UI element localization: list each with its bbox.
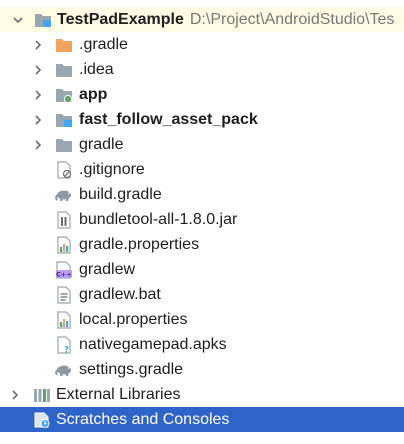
tree-row-settings-gradle[interactable]: settings.gradle	[0, 357, 404, 382]
tree-row-local-properties[interactable]: local.properties	[0, 307, 404, 332]
tree-row-dot-gradle[interactable]: .gradle	[0, 32, 404, 57]
tree-item-label: .gradle	[79, 36, 128, 53]
tree-item-label: local.properties	[79, 311, 188, 328]
tree-row-build-gradle[interactable]: build.gradle	[0, 182, 404, 207]
tree-row-scratches-and-consoles[interactable]: Scratches and Consoles	[0, 407, 404, 432]
android-module-folder-icon	[55, 86, 73, 104]
gradle-elephant-icon	[55, 186, 73, 204]
tree-row-gradle-properties[interactable]: gradle.properties	[0, 232, 404, 257]
properties-file-icon	[55, 310, 73, 329]
tree-item-label: .idea	[79, 61, 114, 78]
module-folder-icon	[34, 11, 52, 29]
tree-row-root[interactable]: TestPadExample D:\Project\AndroidStudio\T…	[0, 7, 404, 32]
chevron-down-icon[interactable]	[11, 13, 25, 27]
tree-item-label: Scratches and Consoles	[56, 411, 230, 428]
properties-file-icon	[55, 235, 73, 254]
root-project-label: TestPadExample	[57, 11, 184, 28]
tree-item-label: build.gradle	[79, 186, 162, 203]
cpp-shell-file-icon: C++	[55, 260, 73, 279]
tree-item-label: External Libraries	[56, 386, 181, 403]
folder-icon	[55, 61, 73, 79]
tree-row-gradlew[interactable]: C++ gradlew	[0, 257, 404, 282]
tree-item-label: gradle	[79, 136, 124, 153]
svg-text:?: ?	[64, 345, 69, 354]
text-file-icon	[55, 285, 73, 304]
tree-item-label: settings.gradle	[79, 361, 184, 378]
tree-item-label: app	[79, 86, 108, 103]
tree-item-label: gradle.properties	[79, 236, 200, 253]
tree-row-app[interactable]: app	[0, 82, 404, 107]
gradle-elephant-icon	[55, 361, 73, 379]
tree-row-bundletool-jar[interactable]: bundletool-all-1.8.0.jar	[0, 207, 404, 232]
folder-orange-icon	[55, 36, 73, 54]
tree-item-label: bundletool-all-1.8.0.jar	[79, 211, 238, 228]
tree-row-gitignore[interactable]: .gitignore	[0, 157, 404, 182]
chevron-right-icon[interactable]	[31, 88, 45, 102]
tree-row-external-libraries[interactable]: External Libraries	[0, 382, 404, 407]
tree-item-label: fast_follow_asset_pack	[79, 111, 258, 128]
unknown-file-icon: ?	[55, 335, 73, 354]
tree-item-label: .gitignore	[79, 161, 145, 178]
tree-item-label: gradlew.bat	[79, 286, 161, 303]
root-project-path: D:\Project\AndroidStudio\Tes	[189, 11, 395, 28]
chevron-right-icon[interactable]	[8, 388, 22, 402]
tree-row-gradlew-bat[interactable]: gradlew.bat	[0, 282, 404, 307]
chevron-right-icon[interactable]	[31, 113, 45, 127]
tree-row-idea[interactable]: .idea	[0, 57, 404, 82]
scratches-icon	[33, 411, 51, 429]
chevron-right-icon[interactable]	[31, 138, 45, 152]
jar-file-icon	[55, 210, 73, 229]
chevron-right-icon[interactable]	[31, 38, 45, 52]
ignored-file-icon	[55, 160, 73, 179]
svg-text:C++: C++	[56, 270, 72, 278]
tree-row-asset-pack[interactable]: fast_follow_asset_pack	[0, 107, 404, 132]
tree-row-gradle[interactable]: gradle	[0, 132, 404, 157]
chevron-right-icon[interactable]	[31, 63, 45, 77]
asset-module-folder-icon	[55, 111, 73, 129]
tree-row-nativegamepad-apks[interactable]: ? nativegamepad.apks	[0, 332, 404, 357]
tree-item-label: gradlew	[79, 261, 136, 278]
tree-item-label: nativegamepad.apks	[79, 336, 227, 353]
library-icon	[33, 386, 51, 404]
folder-icon	[55, 136, 73, 154]
project-tree: TestPadExample D:\Project\AndroidStudio\T…	[0, 0, 404, 444]
